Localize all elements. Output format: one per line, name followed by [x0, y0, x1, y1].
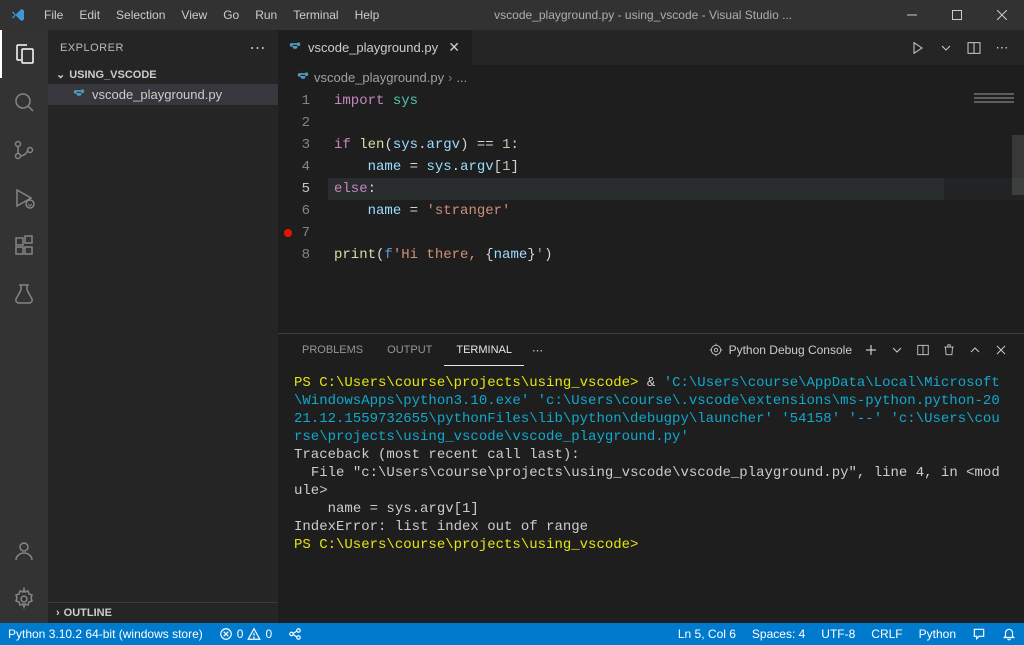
code-lines[interactable]: import sys if len(sys.argv) == 1: name =… [328, 90, 1024, 333]
explorer-more-button[interactable]: ⋯ [250, 38, 267, 58]
tab-filename: vscode_playground.py [308, 40, 438, 55]
chevron-right-icon: › [56, 607, 60, 619]
python-file-icon [296, 69, 310, 86]
vscode-icon [10, 7, 26, 23]
activity-explorer[interactable] [0, 30, 48, 78]
status-python-interpreter[interactable]: Python 3.10.2 64-bit (windows store) [0, 623, 211, 645]
python-file-icon [72, 86, 86, 103]
menu-edit[interactable]: Edit [71, 0, 108, 30]
bottom-panel: PROBLEMS OUTPUT TERMINAL ⋯ Python Debug … [278, 333, 1024, 623]
window-title: vscode_playground.py - using_vscode - Vi… [387, 8, 889, 22]
activity-source-control[interactable] [0, 126, 48, 174]
menu-file[interactable]: File [36, 0, 71, 30]
status-indentation[interactable]: Spaces: 4 [744, 623, 813, 645]
panel-maximize-button[interactable] [964, 339, 986, 361]
panel-tabs: PROBLEMS OUTPUT TERMINAL ⋯ Python Debug … [278, 334, 1024, 366]
split-editor-button[interactable] [960, 34, 988, 62]
editor-area: vscode_playground.py ✕ ⋯ vscode_playgrou… [278, 30, 1024, 623]
tab-bar: vscode_playground.py ✕ ⋯ [278, 30, 1024, 65]
file-item[interactable]: vscode_playground.py [48, 84, 278, 105]
minimap-scroll-thumb[interactable] [1012, 135, 1024, 195]
breadcrumb[interactable]: vscode_playground.py › ... [278, 65, 1024, 90]
line-number-gutter[interactable]: 12345678 [278, 90, 328, 333]
run-file-button[interactable] [904, 34, 932, 62]
activity-extensions[interactable] [0, 222, 48, 270]
status-live-share[interactable] [280, 623, 310, 645]
minimap[interactable] [944, 90, 1024, 333]
activity-accounts[interactable] [0, 527, 48, 575]
code-editor[interactable]: 12345678 import sys if len(sys.argv) == … [278, 90, 1024, 333]
status-error-count: 0 [237, 627, 244, 641]
activity-bar [0, 30, 48, 623]
status-problems[interactable]: 0 0 [211, 623, 280, 645]
editor-more-button[interactable]: ⋯ [988, 34, 1016, 62]
panel-tab-output[interactable]: OUTPUT [375, 334, 444, 366]
breadcrumb-file: vscode_playground.py [314, 70, 444, 85]
menu-selection[interactable]: Selection [108, 0, 173, 30]
explorer-title: EXPLORER [60, 42, 124, 54]
window-maximize-button[interactable] [934, 0, 979, 30]
tab-close-button[interactable]: ✕ [446, 40, 462, 56]
title-bar: File Edit Selection View Go Run Terminal… [0, 0, 1024, 30]
activity-search[interactable] [0, 78, 48, 126]
status-warning-count: 0 [265, 627, 272, 641]
explorer-sidebar: EXPLORER ⋯ ⌄ USING_VSCODE vscode_playgro… [48, 30, 278, 623]
window-close-button[interactable] [979, 0, 1024, 30]
status-feedback[interactable] [964, 623, 994, 645]
breadcrumb-separator: › [448, 70, 452, 85]
menu-help[interactable]: Help [347, 0, 388, 30]
activity-testing[interactable] [0, 270, 48, 318]
breadcrumb-rest: ... [456, 70, 467, 85]
minimap-content [974, 93, 1014, 113]
run-dropdown-button[interactable] [932, 34, 960, 62]
outline-label: OUTLINE [64, 607, 112, 619]
terminal-traceback: Traceback (most recent call last): File … [294, 447, 1000, 535]
window-minimize-button[interactable] [889, 0, 934, 30]
terminal-prompt: PS C:\Users\course\projects\using_vscode… [294, 537, 638, 553]
terminal-new-button[interactable] [860, 339, 882, 361]
menu-terminal[interactable]: Terminal [285, 0, 346, 30]
terminal-new-dropdown[interactable] [886, 339, 908, 361]
file-name: vscode_playground.py [92, 87, 222, 102]
status-eol[interactable]: CRLF [863, 623, 910, 645]
menu-run[interactable]: Run [247, 0, 285, 30]
terminal-split-button[interactable] [912, 339, 934, 361]
terminal-text: & [647, 375, 655, 391]
terminal-profile-label: Python Debug Console [729, 343, 852, 357]
status-encoding[interactable]: UTF-8 [813, 623, 863, 645]
status-language[interactable]: Python [911, 623, 964, 645]
terminal-profile-dropdown[interactable]: Python Debug Console [705, 343, 856, 357]
terminal-content[interactable]: PS C:\Users\course\projects\using_vscode… [278, 366, 1024, 623]
status-bar: Python 3.10.2 64-bit (windows store) 0 0… [0, 623, 1024, 645]
outline-section[interactable]: › OUTLINE [48, 602, 278, 623]
menu-go[interactable]: Go [215, 0, 247, 30]
terminal-prompt: PS C:\Users\course\projects\using_vscode… [294, 375, 638, 391]
activity-run-debug[interactable] [0, 174, 48, 222]
folder-name: USING_VSCODE [69, 69, 156, 81]
chevron-down-icon: ⌄ [56, 68, 65, 81]
menu-view[interactable]: View [173, 0, 215, 30]
status-notifications[interactable] [994, 623, 1024, 645]
breakpoint-icon[interactable] [284, 229, 292, 237]
activity-settings[interactable] [0, 575, 48, 623]
panel-tab-problems[interactable]: PROBLEMS [290, 334, 375, 366]
python-file-icon [288, 39, 302, 56]
folder-header[interactable]: ⌄ USING_VSCODE [48, 65, 278, 84]
panel-tab-terminal[interactable]: TERMINAL [444, 334, 524, 366]
menu-bar: File Edit Selection View Go Run Terminal… [36, 0, 387, 30]
status-cursor-position[interactable]: Ln 5, Col 6 [670, 623, 744, 645]
editor-tab[interactable]: vscode_playground.py ✕ [278, 30, 473, 65]
terminal-kill-button[interactable] [938, 339, 960, 361]
panel-tab-more[interactable]: ⋯ [524, 344, 551, 357]
panel-close-button[interactable] [990, 339, 1012, 361]
